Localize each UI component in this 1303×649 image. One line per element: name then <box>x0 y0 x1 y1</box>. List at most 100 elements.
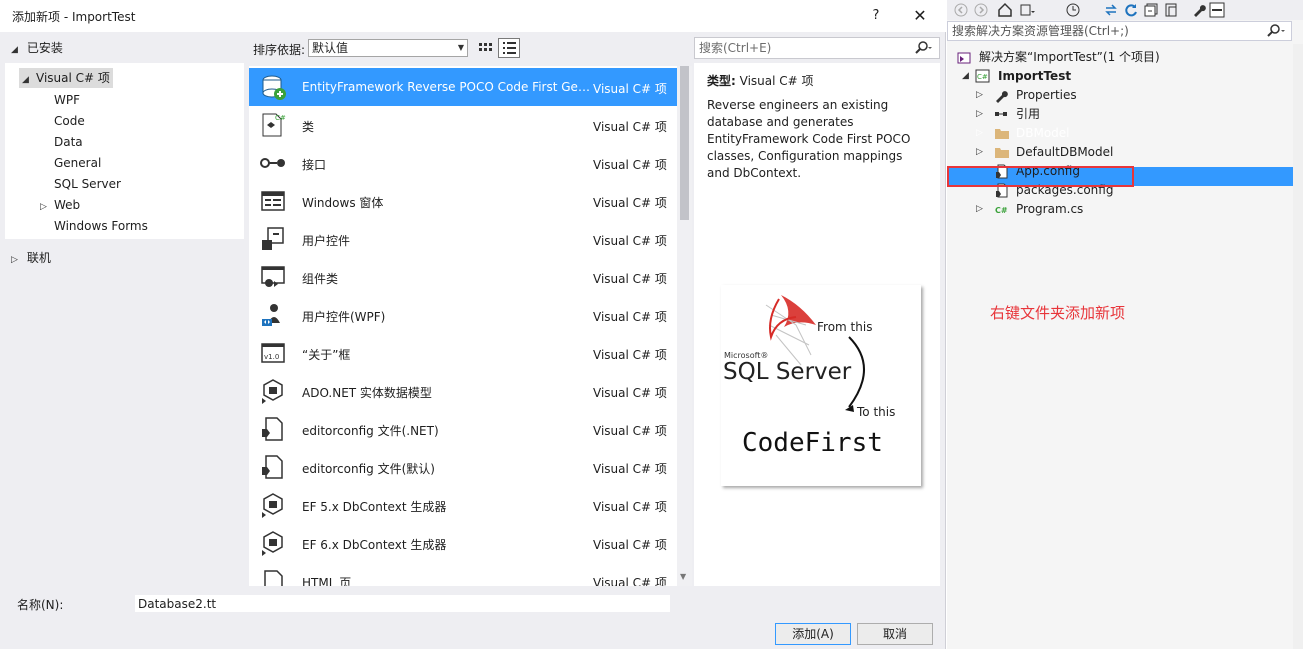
explorer-search-input[interactable]: 搜索解决方案资源管理器(Ctrl+;) <box>947 21 1292 41</box>
scrollbar-thumb[interactable] <box>680 66 689 220</box>
template-item-editorconfig-net[interactable]: editorconfig 文件(.NET) Visual C# 项 <box>249 410 677 448</box>
template-type: Visual C# 项 <box>593 82 667 96</box>
template-item-ef6-dbcontext-generator[interactable]: EF 6.x DbContext 生成器 Visual C# 项 <box>249 524 677 562</box>
tree-item-label: Visual C# 项 <box>36 71 110 85</box>
template-type: Visual C# 项 <box>593 538 667 552</box>
tree-item-label: 解决方案“ImportTest”(1 个项目) <box>979 50 1160 64</box>
from-this-text: From this <box>817 320 872 334</box>
svg-text:C#: C# <box>977 73 988 81</box>
template-type: Visual C# 项 <box>593 234 667 248</box>
grid-view-icon <box>479 43 492 51</box>
type-value: Visual C# 项 <box>739 74 814 88</box>
small-icons-view-button[interactable] <box>474 38 496 58</box>
tree-item-code[interactable]: Code <box>54 111 85 131</box>
ef-generator-icon <box>262 531 283 556</box>
collapse-all-icon[interactable] <box>1143 2 1159 18</box>
history-icon[interactable] <box>1065 2 1081 18</box>
show-all-files-icon[interactable] <box>1163 2 1179 18</box>
template-type: Visual C# 项 <box>593 196 667 210</box>
template-item-html-page[interactable]: HTML 页 Visual C# 项 <box>249 562 677 586</box>
template-item-interface[interactable]: 接口 Visual C# 项 <box>249 144 677 182</box>
csharp-file-icon: C# <box>995 206 1008 215</box>
add-new-item-dialog: 添加新项 - ImportTest ? ✕ ◢ 已安装 ◢ Visual C# 项… <box>0 0 946 649</box>
expanded-arrow-icon: ◢ <box>11 45 18 55</box>
template-name: “关于”框 <box>302 348 351 362</box>
code-first-text: CodeFirst <box>742 428 883 458</box>
cancel-button[interactable]: 取消 <box>857 623 933 645</box>
template-type: Visual C# 项 <box>593 424 667 438</box>
tree-item-dbmodel[interactable]: ▷ DBModel <box>976 124 1276 143</box>
template-item-editorconfig-default[interactable]: editorconfig 文件(默认) Visual C# 项 <box>249 448 677 486</box>
tree-item-sql-server[interactable]: SQL Server <box>54 174 121 194</box>
pin-icon[interactable] <box>1209 2 1225 18</box>
template-item-class[interactable]: C# 类 Visual C# 项 <box>249 106 677 144</box>
sync-icon[interactable] <box>1103 2 1119 18</box>
explorer-search-placeholder: 搜索解决方案资源管理器(Ctrl+;) <box>952 24 1129 38</box>
component-class-icon <box>261 266 285 287</box>
highlight-annotation-box <box>947 166 1134 187</box>
template-item-user-control[interactable]: 用户控件 Visual C# 项 <box>249 220 677 258</box>
online-section-header[interactable]: ▷ 联机 <box>11 249 51 266</box>
tree-item-general[interactable]: General <box>54 153 101 173</box>
close-button[interactable]: ✕ <box>906 4 934 28</box>
sql-server-text: SQL Server <box>723 359 852 385</box>
home-icon[interactable] <box>997 2 1013 18</box>
interface-icon <box>260 158 285 168</box>
dialog-titlebar: 添加新项 - ImportTest ? ✕ <box>0 0 946 32</box>
template-name: 用户控件(WPF) <box>302 310 386 324</box>
switch-views-icon[interactable] <box>1019 2 1035 18</box>
template-item-wpf-user-control[interactable]: 用户控件(WPF) Visual C# 项 <box>249 296 677 334</box>
tree-item-program-cs[interactable]: ▷ C# Program.cs <box>976 200 1276 219</box>
template-item-ef-reverse-poco[interactable]: EntityFramework Reverse POCO Code First … <box>249 68 677 106</box>
user-control-icon <box>262 227 284 250</box>
collapsed-arrow-icon: ▷ <box>976 109 983 119</box>
collapsed-arrow-icon: ▷ <box>976 204 983 214</box>
expanded-arrow-icon: ◢ <box>962 71 969 81</box>
template-item-component-class[interactable]: 组件类 Visual C# 项 <box>249 258 677 296</box>
tree-item-solution[interactable]: 解决方案“ImportTest”(1 个项目) <box>957 48 1257 67</box>
wrench-icon[interactable] <box>1191 2 1207 18</box>
tree-item-properties[interactable]: ▷ Properties <box>976 86 1276 105</box>
template-name: 接口 <box>302 158 327 172</box>
template-item-ef5-dbcontext-generator[interactable]: EF 5.x DbContext 生成器 Visual C# 项 <box>249 486 677 524</box>
refresh-icon[interactable] <box>1123 2 1139 18</box>
tree-item-web[interactable]: ▷ Web <box>40 195 80 215</box>
tree-item-label: DefaultDBModel <box>1016 145 1114 159</box>
help-button[interactable]: ? <box>862 4 890 28</box>
back-icon[interactable] <box>953 2 969 18</box>
name-field[interactable] <box>135 595 670 612</box>
scroll-down-arrow-icon[interactable]: ▼ <box>680 572 686 581</box>
collapsed-arrow-icon: ▷ <box>11 255 18 265</box>
template-item-about-box[interactable]: v1.0 “关于”框 Visual C# 项 <box>249 334 677 372</box>
tree-item-visual-csharp[interactable]: ◢ Visual C# 项 <box>19 68 113 88</box>
online-label: 联机 <box>26 251 51 265</box>
tree-item-wpf[interactable]: WPF <box>54 90 80 110</box>
explorer-scrollbar[interactable] <box>1293 44 1303 649</box>
tree-item-windows-forms[interactable]: Windows Forms <box>54 216 148 236</box>
template-name: EntityFramework Reverse POCO Code First … <box>302 80 592 94</box>
tree-item-data[interactable]: Data <box>54 132 83 152</box>
template-search-input[interactable]: 搜索(Ctrl+E) <box>694 37 940 59</box>
add-button[interactable]: 添加(A) <box>775 623 851 645</box>
list-view-icon <box>503 42 516 54</box>
tree-item-references[interactable]: ▷ 引用 <box>976 105 1276 124</box>
template-type: Visual C# 项 <box>593 348 667 362</box>
template-list-scrollbar[interactable]: ▼ <box>677 66 692 586</box>
windows-form-icon <box>261 191 285 211</box>
tree-item-defaultdbmodel[interactable]: ▷ DefaultDBModel <box>976 143 1276 162</box>
template-name: EF 5.x DbContext 生成器 <box>302 500 447 514</box>
list-view-button[interactable] <box>498 38 520 58</box>
annotation-text: 右键文件夹添加新项 <box>990 304 1126 322</box>
template-name: editorconfig 文件(默认) <box>302 462 435 476</box>
forward-icon[interactable] <box>973 2 989 18</box>
template-item-ado-entity-model[interactable]: ADO.NET 实体数据模型 Visual C# 项 <box>249 372 677 410</box>
installed-section-header[interactable]: ◢ 已安装 <box>11 39 63 56</box>
solution-icon <box>957 52 971 64</box>
sort-value: 默认值 <box>312 41 349 55</box>
collapsed-arrow-icon: ▷ <box>40 202 47 212</box>
svg-text:C#: C# <box>995 206 1008 215</box>
sort-dropdown[interactable]: 默认值 ▼ <box>308 39 468 57</box>
tree-item-project[interactable]: ◢ C# ImportTest <box>962 67 1262 86</box>
svg-text:C#: C# <box>275 114 286 122</box>
template-item-windows-form[interactable]: Windows 窗体 Visual C# 项 <box>249 182 677 220</box>
